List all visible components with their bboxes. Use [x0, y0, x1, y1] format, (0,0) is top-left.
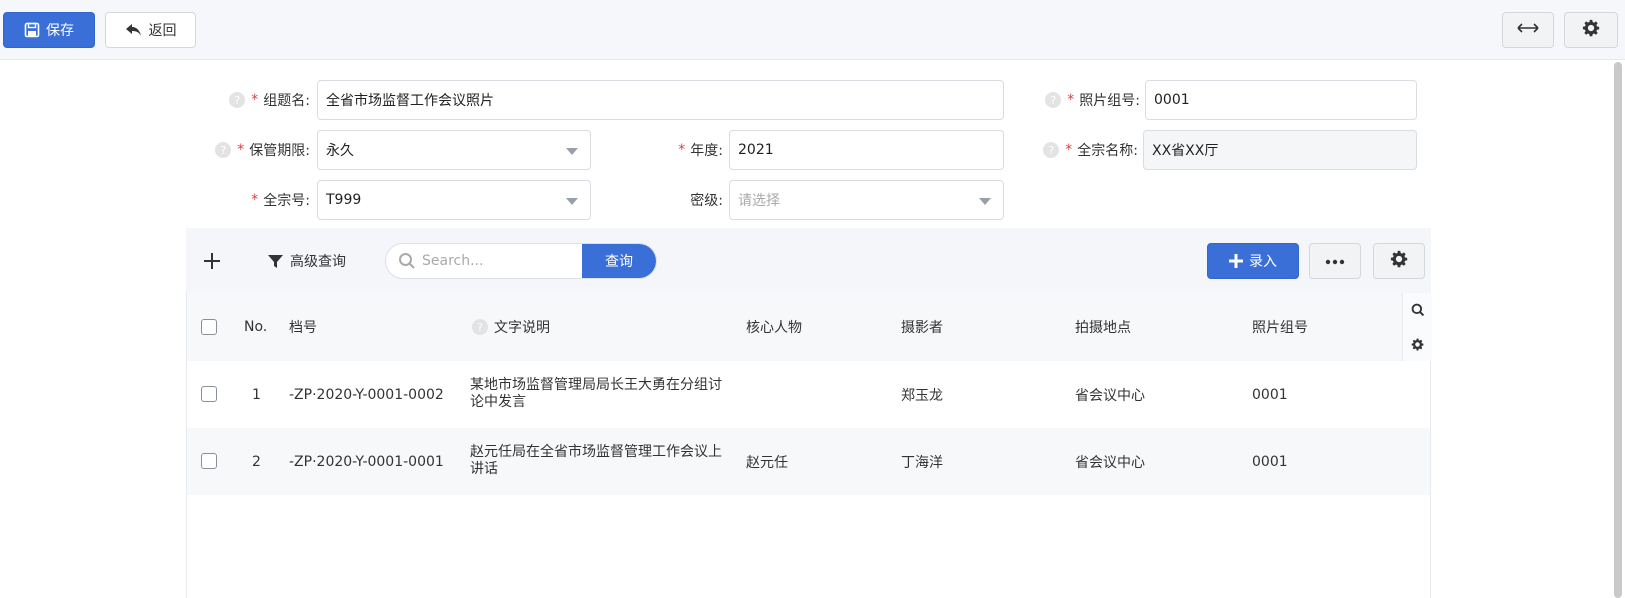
table-row[interactable]: 1 -ZP·2020-Y-0001-0002 某地市场监督管理局局长王大勇在分组…	[187, 361, 1430, 428]
fonds-name-value: XX省XX厅	[1152, 143, 1219, 159]
top-toolbar: 保存 返回	[0, 0, 1625, 60]
advanced-search-button[interactable]: 高级查询	[268, 249, 346, 273]
column-header-caption-label: 文字说明	[494, 320, 550, 336]
page-scrollbar[interactable]	[1614, 62, 1622, 598]
row-key-person: 赵元任	[746, 455, 788, 471]
search-button[interactable]: 查询	[582, 244, 656, 278]
column-header-group-no: 照片组号	[1252, 320, 1308, 336]
row-location: 省会议中心	[1075, 388, 1145, 404]
column-header-caption: ? 文字说明	[472, 317, 550, 337]
column-search-icon[interactable]	[1403, 293, 1432, 327]
row-location: 省会议中心	[1075, 455, 1145, 471]
table-settings-button[interactable]	[1373, 243, 1425, 279]
column-tools	[1402, 293, 1432, 361]
back-button[interactable]: 返回	[105, 12, 196, 48]
search-box: 查询	[385, 243, 657, 279]
add-icon[interactable]	[201, 250, 223, 272]
column-header-no: No.	[244, 319, 268, 335]
topic-name-input[interactable]: 全省市场监督工作会议照片	[317, 80, 1004, 120]
topic-name-value: 全省市场监督工作会议照片	[326, 93, 494, 109]
table-row[interactable]: 2 -ZP·2020-Y-0001-0001 赵元任局在全省市场监督管理工作会议…	[187, 428, 1430, 495]
search-input[interactable]	[422, 244, 592, 278]
gear-icon	[1390, 250, 1408, 272]
photo-group-no-input[interactable]: 0001	[1145, 80, 1417, 120]
photo-group-no-value: 0001	[1154, 92, 1190, 108]
advanced-search-label: 高级查询	[290, 254, 346, 270]
fonds-name-label: ? * 全宗名称:	[1020, 130, 1138, 170]
more-options-button[interactable]	[1309, 243, 1361, 279]
select-all-checkbox[interactable]	[201, 319, 217, 335]
row-checkbox[interactable]	[201, 453, 217, 469]
column-header-key-person: 核心人物	[746, 320, 802, 336]
column-header-location: 拍摄地点	[1075, 320, 1131, 336]
help-icon[interactable]: ?	[1045, 92, 1062, 108]
year-input[interactable]: 2021	[729, 130, 1004, 170]
help-icon[interactable]: ?	[229, 92, 246, 108]
search-icon	[398, 252, 416, 274]
horizontal-arrows-icon	[1517, 22, 1539, 38]
photo-table: No. 档号 ? 文字说明 核心人物 摄影者 拍摄地点 照片组号 1 -ZP·2…	[186, 293, 1432, 598]
plus-icon	[1229, 254, 1243, 268]
fonds-name-input: XX省XX厅	[1143, 130, 1417, 170]
ellipsis-icon	[1325, 253, 1345, 269]
security-level-select[interactable]: 请选择	[729, 180, 1004, 220]
filter-icon	[268, 254, 283, 269]
table-header: No. 档号 ? 文字说明 核心人物 摄影者 拍摄地点 照片组号	[187, 293, 1402, 361]
row-caption: 某地市场监督管理局局长王大勇在分组讨论中发言	[470, 377, 722, 410]
column-header-archive-no: 档号	[289, 320, 317, 336]
dropdown-caret-icon	[566, 198, 578, 205]
row-group-no: 0001	[1252, 454, 1288, 470]
help-icon[interactable]: ?	[215, 142, 232, 158]
year-label: * 年度:	[678, 142, 723, 159]
fonds-no-select[interactable]: T999	[317, 180, 591, 220]
retention-period-label: ? * 保管期限:	[180, 130, 310, 170]
save-icon	[24, 22, 40, 38]
row-photographer: 丁海洋	[901, 455, 943, 471]
search-button-label: 查询	[605, 254, 633, 270]
row-caption: 赵元任局在全省市场监督管理工作会议上讲话	[470, 444, 722, 477]
settings-button[interactable]	[1564, 12, 1618, 48]
retention-period-value: 永久	[326, 143, 354, 159]
dropdown-caret-icon	[979, 198, 991, 205]
row-photographer: 郑玉龙	[901, 388, 943, 404]
fonds-no-label: * 全宗号:	[251, 192, 310, 209]
fonds-no-value: T999	[326, 192, 362, 208]
topic-name-label: ? * 组题名:	[180, 80, 310, 120]
security-level-placeholder: 请选择	[738, 193, 780, 209]
row-archive-no: -ZP·2020-Y-0001-0002	[289, 387, 444, 403]
year-value: 2021	[738, 142, 774, 158]
column-header-photographer: 摄影者	[901, 320, 943, 336]
row-no: 1	[252, 387, 261, 403]
security-level-label: 密级:	[690, 193, 723, 209]
dropdown-caret-icon	[566, 148, 578, 155]
gear-icon	[1582, 19, 1600, 41]
retention-period-select[interactable]: 永久	[317, 130, 591, 170]
photo-group-no-label: ? * 照片组号:	[1020, 80, 1140, 120]
expand-width-button[interactable]	[1502, 12, 1554, 48]
row-group-no: 0001	[1252, 387, 1288, 403]
row-checkbox[interactable]	[201, 386, 217, 402]
row-no: 2	[252, 454, 261, 470]
help-icon[interactable]: ?	[1043, 142, 1060, 158]
entry-button[interactable]: 录入	[1207, 243, 1299, 279]
save-button-label: 保存	[46, 23, 74, 39]
help-icon[interactable]: ?	[472, 319, 488, 335]
back-button-label: 返回	[148, 23, 177, 39]
column-settings-gear-icon[interactable]	[1403, 327, 1432, 361]
save-button[interactable]: 保存	[3, 12, 95, 48]
row-archive-no: -ZP·2020-Y-0001-0001	[289, 454, 444, 470]
entry-button-label: 录入	[1249, 254, 1277, 270]
undo-arrow-icon	[125, 22, 143, 38]
